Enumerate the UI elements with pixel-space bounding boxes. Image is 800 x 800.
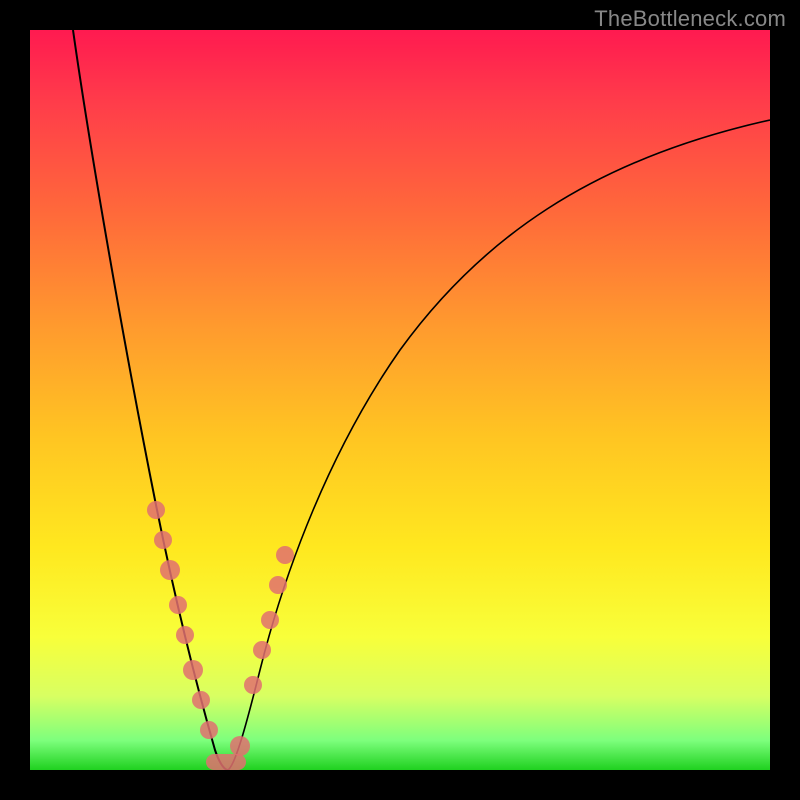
watermark-text: TheBottleneck.com xyxy=(594,6,786,32)
beads-left xyxy=(147,501,218,739)
chart-stage: TheBottleneck.com xyxy=(0,0,800,800)
curve-left xyxy=(73,30,228,770)
plot-area xyxy=(30,30,770,770)
beads-right xyxy=(244,546,294,694)
curve-svg xyxy=(30,30,770,770)
curve-right xyxy=(228,120,770,770)
